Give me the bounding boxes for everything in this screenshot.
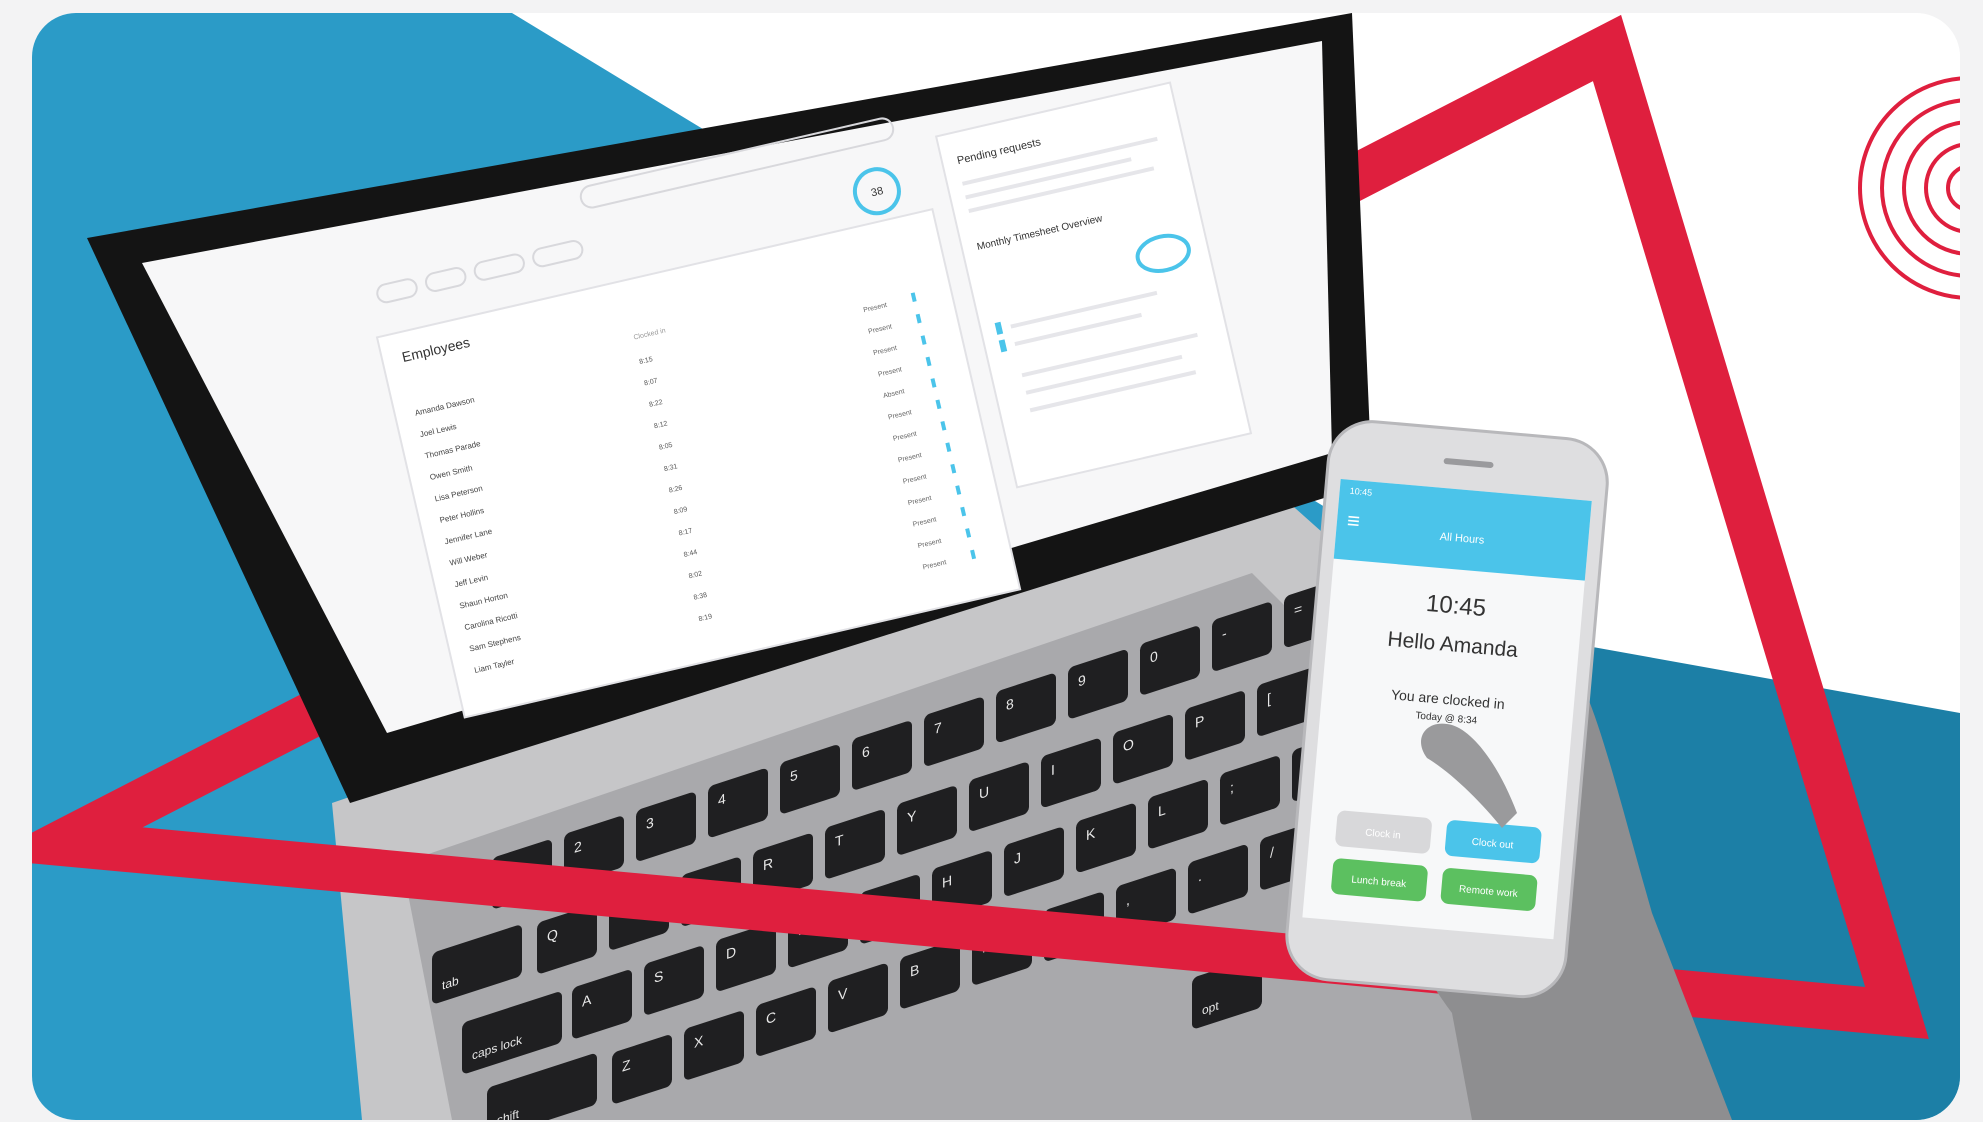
phone-clock: 10:45	[1425, 590, 1487, 622]
key-label: Y	[907, 808, 917, 827]
key-label: L	[1158, 802, 1166, 820]
smartphone: 10:45 ≡ All Hours 10:45 Hello Amanda You…	[1285, 420, 1609, 999]
key-label: U	[979, 784, 989, 803]
key-label: 4	[718, 791, 726, 809]
key-label: X	[694, 1033, 704, 1052]
key-label: 5	[790, 767, 798, 785]
key-label: /	[1270, 845, 1274, 862]
key-label: P	[1195, 713, 1204, 732]
key-label: S	[654, 968, 663, 987]
phone-status-time: 10:45	[1349, 486, 1372, 498]
key-label: 8	[1006, 696, 1014, 714]
key-label: 0	[1150, 649, 1158, 667]
key-label: 6	[862, 744, 870, 762]
key-label: .	[1198, 869, 1202, 886]
key-label: A	[582, 992, 592, 1011]
key-label: I	[1051, 762, 1055, 779]
promo-photo: 1234567890-=QWERTYUIOP[]ASDFGHJKL;'ZXCVB…	[32, 13, 1960, 1120]
key-label: [	[1267, 691, 1271, 708]
key-label: C	[766, 1009, 776, 1028]
photo-card: 1234567890-=QWERTYUIOP[]ASDFGHJKL;'ZXCVB…	[32, 13, 1960, 1120]
key-label: Z	[622, 1057, 631, 1075]
key-label: -	[1222, 626, 1227, 643]
menu-icon[interactable]: ≡	[1346, 508, 1361, 534]
key-label: H	[942, 873, 952, 892]
key-label: =	[1294, 601, 1302, 619]
key-label: ;	[1230, 780, 1234, 797]
key-label: B	[910, 962, 919, 981]
key-label: D	[726, 944, 736, 963]
key-label: 7	[934, 720, 942, 738]
key-label: ,	[1126, 892, 1130, 909]
key-label: J	[1014, 850, 1021, 868]
key-label: 9	[1078, 672, 1086, 690]
key-label: 2	[574, 839, 582, 857]
key-label: R	[763, 855, 773, 874]
key-label: K	[1086, 826, 1096, 845]
key-label: 3	[646, 815, 654, 833]
key-label: T	[835, 832, 844, 850]
key-label: V	[838, 986, 848, 1005]
